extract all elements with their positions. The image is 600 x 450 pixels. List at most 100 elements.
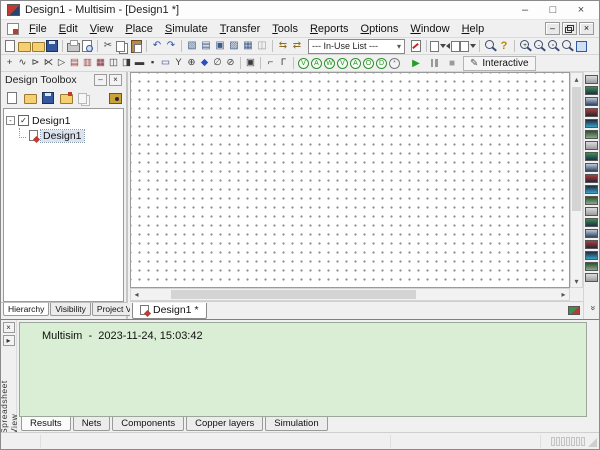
differential-voltage-probe-icon[interactable]: V xyxy=(337,58,348,69)
redo-icon[interactable]: ↷ xyxy=(164,39,178,53)
current-probe-icon[interactable]: A xyxy=(311,58,322,69)
snapshot-icon[interactable] xyxy=(108,91,122,105)
toggle-spreadsheet-view-icon[interactable]: ▤ xyxy=(199,39,213,53)
voltage-reference-probe-icon[interactable]: O xyxy=(363,58,374,69)
menu-item[interactable]: View xyxy=(84,22,120,36)
spreadsheet-pin-button[interactable]: ▸ xyxy=(3,335,15,346)
tree-child-row[interactable]: Design1 xyxy=(6,128,121,143)
scroll-down-icon[interactable]: ▾ xyxy=(571,275,582,287)
panel-minimize-button[interactable]: – xyxy=(94,74,107,86)
zoom-in-icon[interactable]: + xyxy=(518,39,532,53)
interactive-button[interactable]: ✎ Interactive xyxy=(463,56,536,71)
place-transistor-icon[interactable]: ⋉ xyxy=(42,56,55,70)
menu-item[interactable]: Edit xyxy=(53,22,84,36)
find-icon[interactable] xyxy=(483,39,497,53)
save-design-icon[interactable] xyxy=(41,91,55,105)
place-misc-icon[interactable]: ▪ xyxy=(146,56,159,70)
menu-item[interactable]: Options xyxy=(355,22,405,36)
child-restore-button[interactable] xyxy=(562,22,577,35)
print-preview-icon[interactable] xyxy=(80,39,94,53)
design-toolbox-tab[interactable]: Visibility xyxy=(50,303,91,316)
distortion-analyzer-icon[interactable] xyxy=(585,196,598,205)
place-electromechanical-icon[interactable]: ⊕ xyxy=(185,56,198,70)
tree-root-label[interactable]: Design1 xyxy=(32,115,71,127)
place-diode-icon[interactable]: ⊳ xyxy=(29,56,42,70)
place-indicator-icon[interactable]: ◨ xyxy=(120,56,133,70)
place-ttl-icon[interactable]: ▤ xyxy=(68,56,81,70)
network-analyzer-icon[interactable] xyxy=(585,218,598,227)
collapse-icon[interactable]: - xyxy=(6,116,15,125)
power-probe-icon[interactable]: W xyxy=(324,58,335,69)
capture-screen-area-icon[interactable] xyxy=(430,39,446,53)
iv-analyzer-icon[interactable] xyxy=(585,185,598,194)
open-design-icon[interactable] xyxy=(23,91,37,105)
results-area[interactable]: Multisim - 2023-11-24, 15:03:42 xyxy=(19,322,587,417)
hierarchical-block-icon[interactable]: ▣ xyxy=(244,56,257,70)
design-toolbox-tab[interactable]: Hierarchy xyxy=(3,303,49,316)
spreadsheet-tab[interactable]: Simulation xyxy=(265,417,327,431)
menu-item[interactable]: Place xyxy=(119,22,159,36)
agilent-oscilloscope-icon[interactable] xyxy=(585,251,598,260)
in-use-list-combo[interactable]: --- In-Use List --- ▾ xyxy=(308,39,405,54)
parent-sheet-icon[interactable]: ◫ xyxy=(255,39,269,53)
voltage-current-probe-icon[interactable]: A xyxy=(350,58,361,69)
child-close-button[interactable]: × xyxy=(579,22,594,35)
new-schematic-icon[interactable] xyxy=(5,91,19,105)
place-misc-digital-icon[interactable]: ▦ xyxy=(94,56,107,70)
zoom-area-icon[interactable]: ▫ xyxy=(546,39,560,53)
forward-annotate-icon[interactable] xyxy=(460,39,476,53)
place-cmos-icon[interactable]: ▥ xyxy=(81,56,94,70)
save-icon[interactable] xyxy=(45,39,59,53)
place-connector-icon[interactable]: ∅ xyxy=(211,56,224,70)
new-folder-icon[interactable] xyxy=(59,91,73,105)
zoom-full-icon[interactable] xyxy=(574,39,588,53)
labview-instruments-icon[interactable] xyxy=(585,273,598,282)
wattmeter-icon[interactable] xyxy=(585,97,598,106)
place-rf-icon[interactable]: Y xyxy=(172,56,185,70)
zoom-fit-icon[interactable] xyxy=(560,39,574,53)
menu-item[interactable]: Window xyxy=(404,22,455,36)
spreadsheet-close-button[interactable]: × xyxy=(3,322,15,333)
bode-plotter-icon[interactable] xyxy=(585,130,598,139)
bus-icon[interactable]: Γ xyxy=(277,56,290,70)
menu-item[interactable]: Reports xyxy=(304,22,355,36)
tree-child-label[interactable]: Design1 xyxy=(41,130,84,142)
stop-button[interactable]: ■ xyxy=(445,56,459,70)
back-annotate-icon[interactable] xyxy=(446,39,460,53)
vertical-scroll-thumb[interactable] xyxy=(572,87,581,211)
scroll-left-icon[interactable]: ◂ xyxy=(131,289,142,300)
erc-icon[interactable] xyxy=(409,39,423,53)
child-window-icon[interactable] xyxy=(7,23,19,35)
comment-icon[interactable]: ⌐ xyxy=(264,56,277,70)
close-button[interactable]: × xyxy=(567,1,595,19)
help-icon[interactable]: ? xyxy=(497,39,511,53)
open-icon[interactable] xyxy=(17,39,31,53)
design-checkbox-icon[interactable]: ✓ xyxy=(18,115,29,126)
print-icon[interactable] xyxy=(66,39,80,53)
menu-item[interactable]: Simulate xyxy=(159,22,214,36)
menu-item[interactable]: Help xyxy=(456,22,491,36)
child-minimize-button[interactable]: – xyxy=(545,22,560,35)
horizontal-scroll-thumb[interactable] xyxy=(171,290,416,299)
menu-item[interactable]: Transfer xyxy=(214,22,267,36)
voltage-probe-icon[interactable]: V xyxy=(298,58,309,69)
logic-analyzer-icon[interactable] xyxy=(585,174,598,183)
place-mcu-icon[interactable]: ⊘ xyxy=(224,56,237,70)
digital-probe-icon[interactable]: D xyxy=(376,58,387,69)
minimize-button[interactable]: – xyxy=(511,1,539,19)
tree-root-row[interactable]: - ✓ Design1 xyxy=(6,113,121,128)
four-channel-oscilloscope-icon[interactable] xyxy=(585,119,598,128)
spreadsheet-tab[interactable]: Results xyxy=(21,417,71,431)
vertical-scrollbar[interactable]: ▴ ▾ xyxy=(570,72,583,288)
run-button[interactable]: ▶ xyxy=(409,56,423,70)
pause-button[interactable] xyxy=(427,56,441,70)
scroll-up-icon[interactable]: ▴ xyxy=(571,73,582,85)
probe-settings-icon[interactable]: * xyxy=(389,58,400,69)
spreadsheet-tab[interactable]: Copper layers xyxy=(186,417,263,431)
zoom-out-icon[interactable]: - xyxy=(532,39,546,53)
horizontal-scrollbar[interactable]: ◂ ▸ xyxy=(130,288,570,301)
tektronix-oscilloscope-icon[interactable] xyxy=(585,262,598,271)
agilent-function-generator-icon[interactable] xyxy=(585,229,598,238)
word-generator-icon[interactable] xyxy=(585,152,598,161)
spreadsheet-tab[interactable]: Components xyxy=(112,417,184,431)
